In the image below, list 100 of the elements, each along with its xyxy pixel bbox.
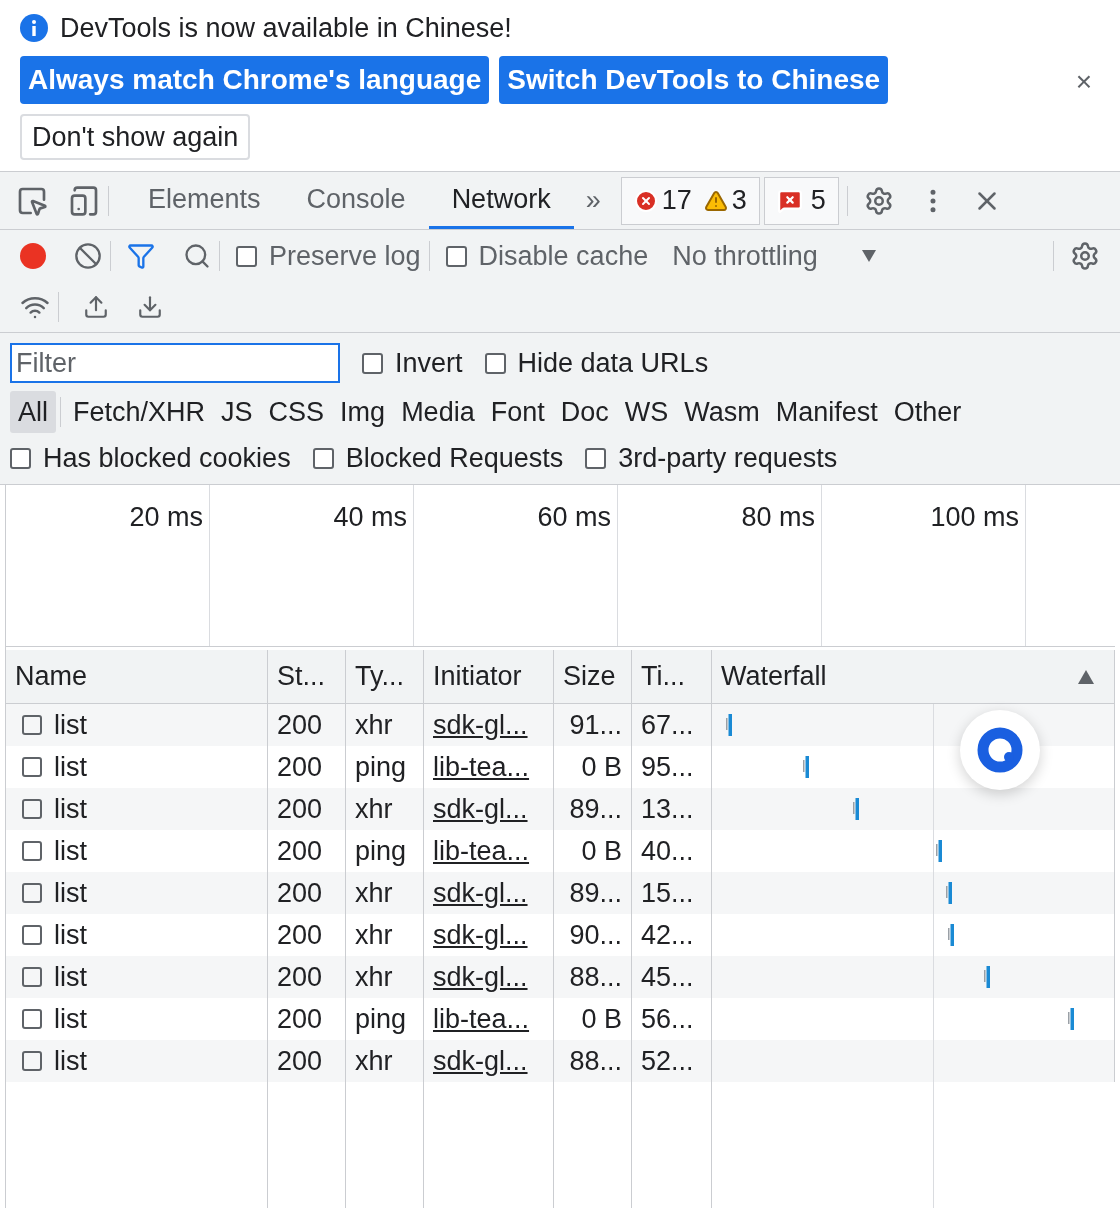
type-filter[interactable]: Manifest xyxy=(767,391,886,433)
panel-tab[interactable]: Elements xyxy=(125,172,284,229)
type-filter[interactable]: Doc xyxy=(552,391,617,433)
initiator-link[interactable]: lib-tea... xyxy=(433,830,530,872)
time-tick: 60 ms xyxy=(537,501,611,534)
initiator-link[interactable]: sdk-gl... xyxy=(433,956,528,998)
time-tick: 20 ms xyxy=(129,501,203,534)
checkbox[interactable] xyxy=(236,245,257,267)
request-name[interactable]: list xyxy=(54,998,87,1040)
initiator-link[interactable]: lib-tea... xyxy=(433,998,530,1040)
request-name[interactable]: list xyxy=(54,914,87,956)
request-name[interactable]: list xyxy=(54,872,87,914)
type-filter[interactable]: Fetch/XHR xyxy=(65,391,214,433)
table-cell-text: 200 xyxy=(277,1044,323,1078)
initiator-link[interactable]: sdk-gl... xyxy=(433,872,528,914)
checkbox-label: Disable cache xyxy=(478,239,649,273)
checkbox[interactable] xyxy=(22,799,42,819)
column-header[interactable]: St... xyxy=(268,650,346,703)
table-cell-text: 200 xyxy=(277,708,323,742)
checkbox-label: Blocked Requests xyxy=(345,441,564,475)
table-cell-text: 95... xyxy=(641,750,694,784)
settings-icon[interactable] xyxy=(863,185,894,216)
type-filter[interactable]: JS xyxy=(213,391,261,433)
filter-icon[interactable] xyxy=(127,242,155,270)
checkbox[interactable] xyxy=(22,715,42,735)
throttling-dropdown[interactable]: No throttling xyxy=(672,235,876,277)
search-icon[interactable] xyxy=(183,242,211,270)
checkbox[interactable] xyxy=(22,925,42,945)
infobar-button[interactable]: Always match Chrome's language xyxy=(20,56,490,104)
table-cell-text: xhr xyxy=(355,792,393,826)
timing-bar xyxy=(853,798,859,820)
type-filter[interactable]: CSS xyxy=(260,391,333,433)
type-filter[interactable]: All xyxy=(10,391,56,433)
type-filter[interactable]: Wasm xyxy=(676,391,768,433)
timing-bar xyxy=(726,714,732,736)
request-name[interactable]: list xyxy=(54,746,87,788)
table-cell-text: xhr xyxy=(355,1044,393,1078)
checkbox[interactable] xyxy=(22,757,42,777)
checkbox[interactable] xyxy=(22,883,42,903)
column-header[interactable]: Ti... xyxy=(632,650,712,703)
type-filter[interactable]: WS xyxy=(616,391,677,433)
checkbox[interactable] xyxy=(10,447,31,469)
table-cell-text: 13... xyxy=(641,792,694,826)
request-name[interactable]: list xyxy=(54,830,87,872)
checkbox[interactable] xyxy=(484,352,506,374)
initiator-link[interactable]: lib-tea... xyxy=(433,746,530,788)
infobar-button[interactable]: Switch DevTools to Chinese xyxy=(499,56,889,104)
dropdown-caret-icon xyxy=(861,250,876,262)
initiator-link[interactable]: sdk-gl... xyxy=(433,788,528,830)
checkbox[interactable] xyxy=(22,1051,42,1071)
table-cell-text: 200 xyxy=(277,792,323,826)
type-filter[interactable]: Img xyxy=(332,391,394,433)
table-cell-text: 89... xyxy=(569,792,622,826)
checkbox[interactable] xyxy=(22,1009,42,1029)
column-header[interactable]: Size xyxy=(554,650,632,703)
sort-arrow-icon xyxy=(1078,669,1094,684)
filter-field[interactable]: Filter xyxy=(10,343,340,383)
checkbox[interactable] xyxy=(312,447,334,469)
infobar-button[interactable]: Don't show again xyxy=(20,114,251,160)
table-cell-text: xhr xyxy=(355,960,393,994)
initiator-link[interactable]: sdk-gl... xyxy=(433,914,528,956)
export-icon[interactable] xyxy=(137,294,163,320)
checkbox[interactable] xyxy=(445,245,467,267)
info-icon xyxy=(20,14,48,42)
column-header[interactable]: Initiator xyxy=(424,650,554,703)
request-name[interactable]: list xyxy=(54,788,87,830)
column-header[interactable]: Ty... xyxy=(346,650,424,703)
checkbox[interactable] xyxy=(362,352,383,374)
more-tabs-button[interactable]: » xyxy=(573,180,613,221)
checkbox[interactable] xyxy=(22,967,42,987)
import-icon[interactable] xyxy=(83,294,109,320)
table-cell-text: 40... xyxy=(641,834,694,868)
type-filter[interactable]: Other xyxy=(885,391,970,433)
device-icon[interactable] xyxy=(68,184,100,217)
issues-counter[interactable]: 5 xyxy=(763,176,839,225)
table-cell-text: 200 xyxy=(277,1002,323,1036)
type-filter[interactable]: Font xyxy=(482,391,553,433)
timing-bar xyxy=(948,924,954,946)
table-cell-text: 42... xyxy=(641,918,694,952)
table-cell-text: 0 B xyxy=(581,1002,622,1036)
initiator-link[interactable]: sdk-gl... xyxy=(433,1040,528,1082)
clear-icon[interactable] xyxy=(74,242,102,270)
column-header[interactable]: Name xyxy=(6,650,268,703)
request-name[interactable]: list xyxy=(54,1040,87,1082)
error-counter[interactable]: 17 3 xyxy=(620,176,760,225)
timing-bar xyxy=(803,756,809,778)
request-name[interactable]: list xyxy=(54,704,87,746)
timing-bar xyxy=(984,966,990,988)
column-header[interactable]: Waterfall xyxy=(712,650,1115,703)
warning-count: 3 xyxy=(731,184,747,218)
type-filter[interactable]: Media xyxy=(393,391,483,433)
close-button[interactable]: × xyxy=(1068,66,1100,98)
panel-tab[interactable]: Console xyxy=(283,172,429,229)
record-button[interactable] xyxy=(20,243,46,269)
initiator-link[interactable]: sdk-gl... xyxy=(433,704,528,746)
checkbox[interactable] xyxy=(585,447,607,469)
request-name[interactable]: list xyxy=(54,956,87,998)
checkbox[interactable] xyxy=(22,841,42,861)
settings-icon[interactable] xyxy=(1070,241,1100,271)
table-cell-text: ping xyxy=(355,834,407,868)
